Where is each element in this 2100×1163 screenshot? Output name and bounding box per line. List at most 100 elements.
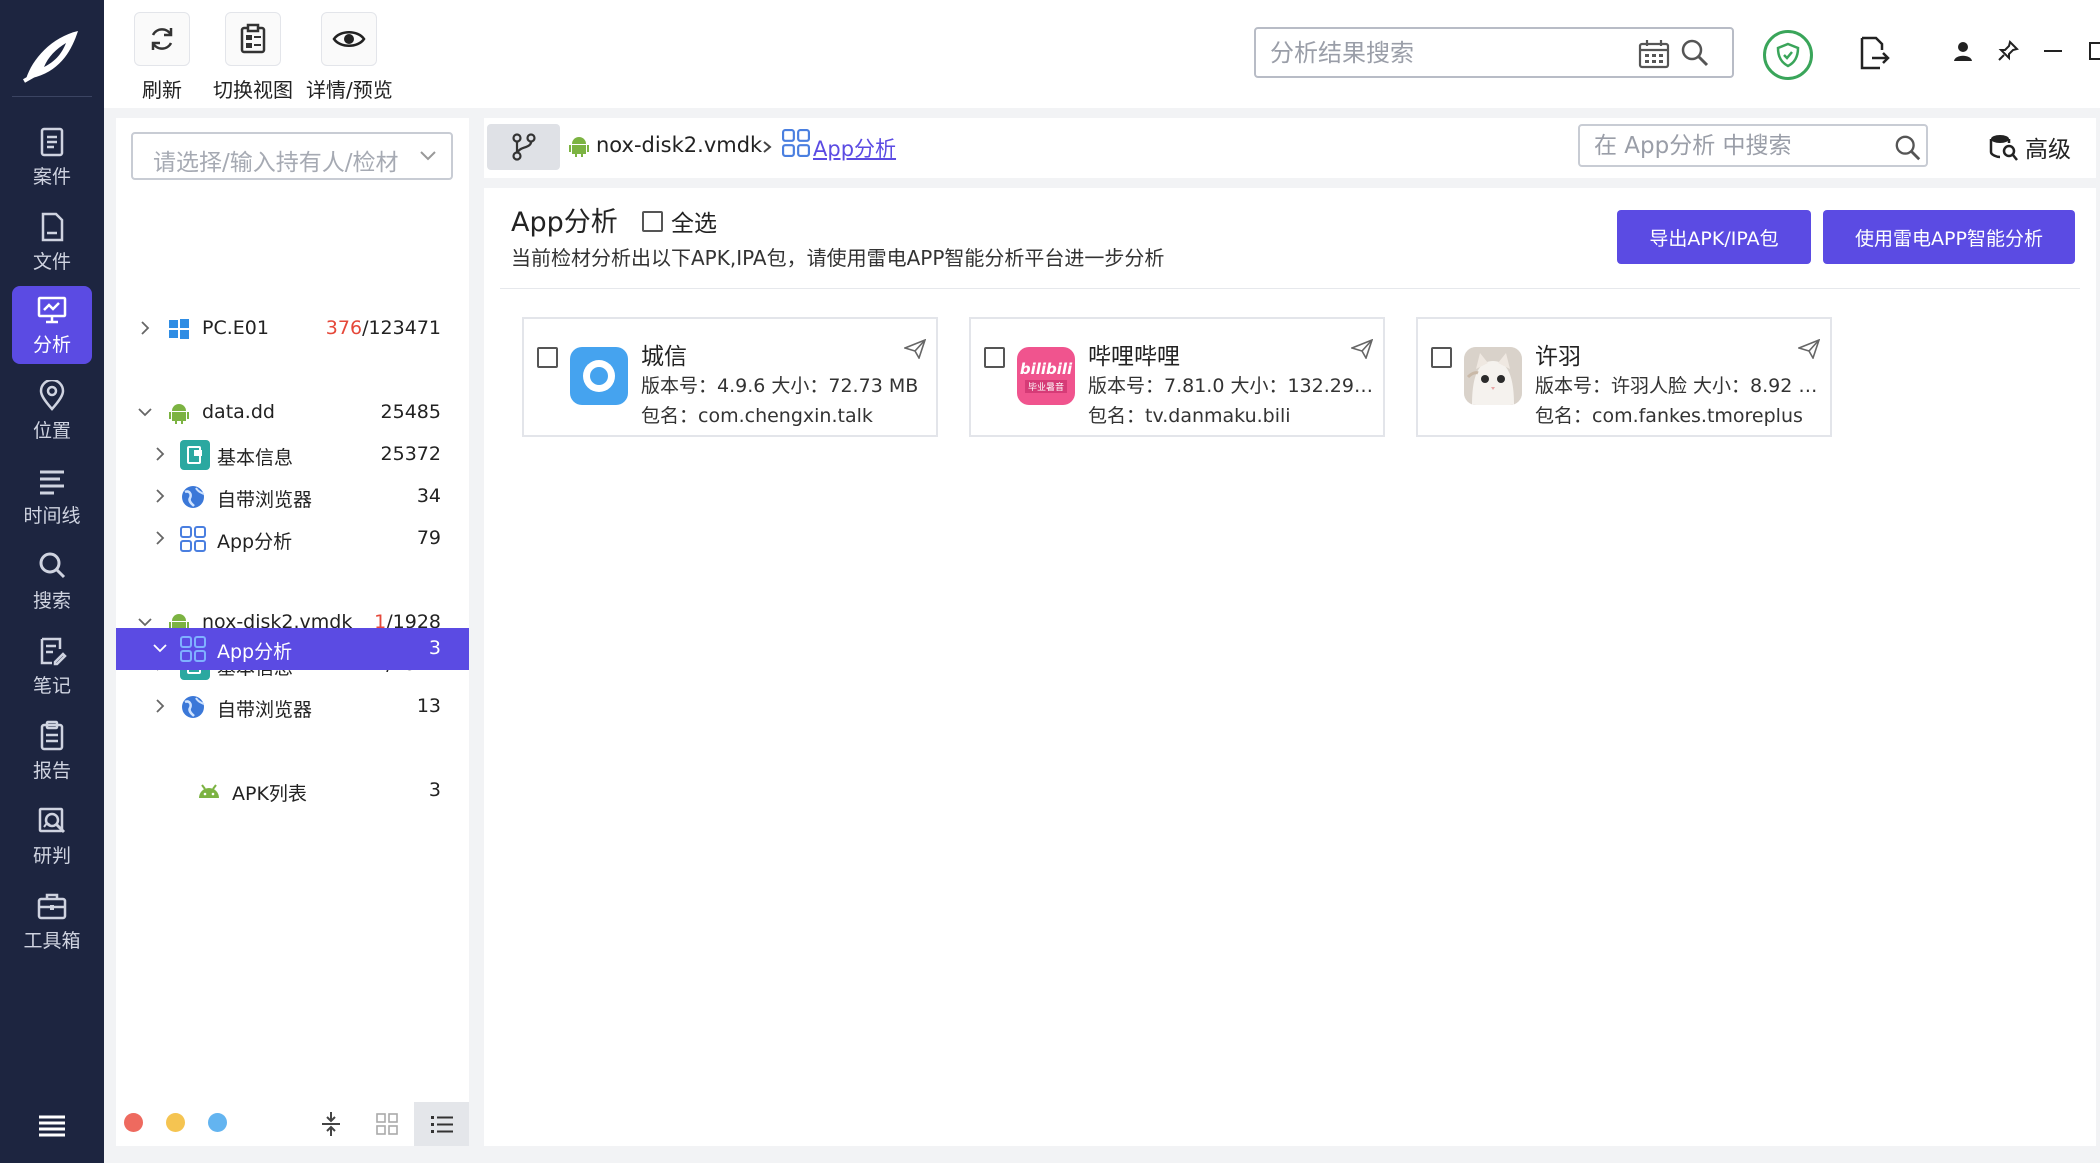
app-logo-icon (20, 24, 84, 88)
chevron-down-icon[interactable] (153, 641, 167, 655)
chevron-right-icon[interactable] (153, 531, 167, 545)
app-card-checkbox[interactable] (1431, 347, 1452, 368)
chevron-down-icon[interactable] (138, 615, 152, 629)
list-view-button[interactable] (414, 1102, 469, 1146)
section-search-input[interactable] (1594, 132, 1884, 160)
app-card-xuyu[interactable]: 许羽 版本号：许羽人脸 大小：8.92 MB 包名：com.fankes.tmo… (1416, 317, 1832, 437)
app-package: 包名：tv.danmaku.bili (1088, 405, 1291, 427)
tree-node-count: 25372 (380, 443, 441, 465)
grid-view-button[interactable] (362, 1102, 412, 1146)
nav-search[interactable]: 搜索 (12, 542, 92, 620)
search-icon[interactable] (1680, 38, 1710, 68)
send-icon[interactable] (1798, 339, 1820, 359)
refresh-button[interactable]: 刷新 (134, 12, 190, 103)
calendar-icon[interactable] (1638, 39, 1670, 69)
color-dot-blue[interactable] (208, 1113, 227, 1132)
app-grid-icon (180, 636, 206, 662)
breadcrumb-device[interactable]: nox-disk2.vmdk (596, 133, 762, 157)
top-toolbar: 刷新 切换视图 详情/预览 (104, 0, 2100, 108)
pin-icon[interactable] (1997, 40, 2019, 62)
maximize-icon[interactable] (2087, 40, 2100, 62)
nav-case[interactable]: 案件 (12, 118, 92, 196)
case-icon (40, 127, 64, 156)
tree-node-count: 34 (416, 485, 441, 507)
windows-icon (166, 316, 192, 342)
minimize-icon[interactable] (2042, 40, 2064, 62)
judgement-icon (38, 807, 66, 833)
switch-view-button[interactable]: 切换视图 (213, 12, 293, 103)
color-dot-red[interactable] (124, 1113, 143, 1132)
nav-judgement-label: 研判 (32, 844, 71, 867)
nav-toolbox-label: 工具箱 (23, 929, 81, 952)
divider (500, 288, 2080, 289)
result-search-input[interactable] (1270, 37, 1620, 69)
switch-view-icon (225, 12, 281, 66)
advanced-search-button[interactable]: 高级 (1989, 130, 2071, 164)
menu-icon[interactable] (36, 1110, 68, 1142)
chevron-down-icon (420, 151, 436, 161)
nav-location-label: 位置 (32, 419, 71, 442)
cat-avatar-app-icon (1464, 347, 1522, 405)
holder-select[interactable]: 请选择/输入持有人/检材 (131, 132, 453, 180)
select-all-label: 全选 (671, 211, 717, 237)
export-apk-ipa-button[interactable]: 导出APK/IPA包 (1617, 210, 1811, 264)
detail-preview-button[interactable]: 详情/预览 (306, 12, 393, 103)
nav-note[interactable]: 笔记 (12, 627, 92, 705)
tree-node-browser[interactable]: 自带浏览器 13 (116, 686, 469, 728)
app-package: 包名：com.chengxin.talk (641, 405, 873, 427)
nav-file-label: 文件 (32, 250, 71, 273)
send-icon[interactable] (904, 339, 926, 359)
logo-divider (12, 96, 92, 97)
collapse-all-button[interactable] (309, 1102, 353, 1146)
timeline-icon (40, 470, 64, 494)
tree-node-app-analysis[interactable]: App分析 79 (116, 518, 469, 560)
nav-location[interactable]: 位置 (12, 372, 92, 450)
nav-analysis[interactable]: 分析 (12, 286, 92, 364)
app-name: 许羽 (1535, 344, 1581, 370)
tree-node-count: 79 (416, 527, 441, 549)
chevron-right-icon[interactable] (138, 321, 152, 335)
browser-icon (180, 484, 206, 510)
nav-timeline[interactable]: 时间线 (12, 457, 92, 535)
analysis-icon (37, 296, 67, 323)
search-icon[interactable] (1894, 134, 1922, 162)
nav-analysis-label: 分析 (32, 333, 71, 356)
chevron-right-icon[interactable] (153, 447, 167, 461)
app-card-chengxin[interactable]: 城信 版本号：4.9.6 大小：72.73 MB 包名：com.chengxin… (522, 317, 938, 437)
smart-analysis-button[interactable]: 使用雷电APP智能分析 (1823, 210, 2075, 264)
chevron-right-icon[interactable] (153, 489, 167, 503)
export-document-icon[interactable] (1858, 36, 1890, 74)
eye-icon (321, 12, 378, 66)
nav-toolbox[interactable]: 工具箱 (12, 882, 92, 960)
select-all-checkbox[interactable]: 全选 (642, 204, 717, 238)
checkbox[interactable] (642, 210, 663, 232)
chevron-down-icon[interactable] (138, 405, 152, 419)
breadcrumb-current[interactable]: App分析 (813, 133, 896, 163)
app-analysis-panel: App分析 全选 当前检材分析出以下APK,IPA包，请使用雷电APP智能分析平… (484, 188, 2096, 1146)
app-card-bilibili[interactable]: bilibili 毕业暑音 哔哩哔哩 版本号：7.81.0 大小：132.29 … (969, 317, 1385, 437)
tree-node-label: App分析 (217, 641, 293, 663)
search-icon (39, 552, 66, 578)
app-grid-icon (180, 526, 206, 552)
protection-status-icon[interactable] (1763, 30, 1813, 80)
send-icon[interactable] (1351, 339, 1373, 359)
app-card-checkbox[interactable] (984, 347, 1005, 368)
user-icon[interactable] (1952, 40, 1974, 62)
tree-node-pc-e01[interactable]: PC.E01 376/123471 (116, 308, 469, 350)
nav-judgement[interactable]: 研判 (12, 797, 92, 875)
tree-node-app-analysis-selected[interactable]: App分析 3 (116, 628, 469, 670)
tree-node-apk-list[interactable]: APK列表 3 (116, 770, 469, 812)
tree-node-browser[interactable]: 自带浏览器 34 (116, 476, 469, 518)
tree-node-label: data.dd (202, 401, 275, 423)
detail-preview-label: 详情/预览 (306, 78, 393, 102)
tree-node-count: 376/123471 (325, 317, 441, 339)
tree-node-basic-info[interactable]: 基本信息 25372 (116, 434, 469, 476)
chevron-right-icon[interactable] (153, 699, 167, 713)
color-dot-yellow[interactable] (166, 1113, 185, 1132)
branch-button[interactable] (487, 124, 560, 170)
nav-report[interactable]: 报告 (12, 712, 92, 790)
chengxin-app-icon (570, 347, 628, 405)
tree-node-data-dd[interactable]: data.dd 25485 (116, 392, 469, 434)
nav-file[interactable]: 文件 (12, 203, 92, 281)
app-card-checkbox[interactable] (537, 347, 558, 368)
